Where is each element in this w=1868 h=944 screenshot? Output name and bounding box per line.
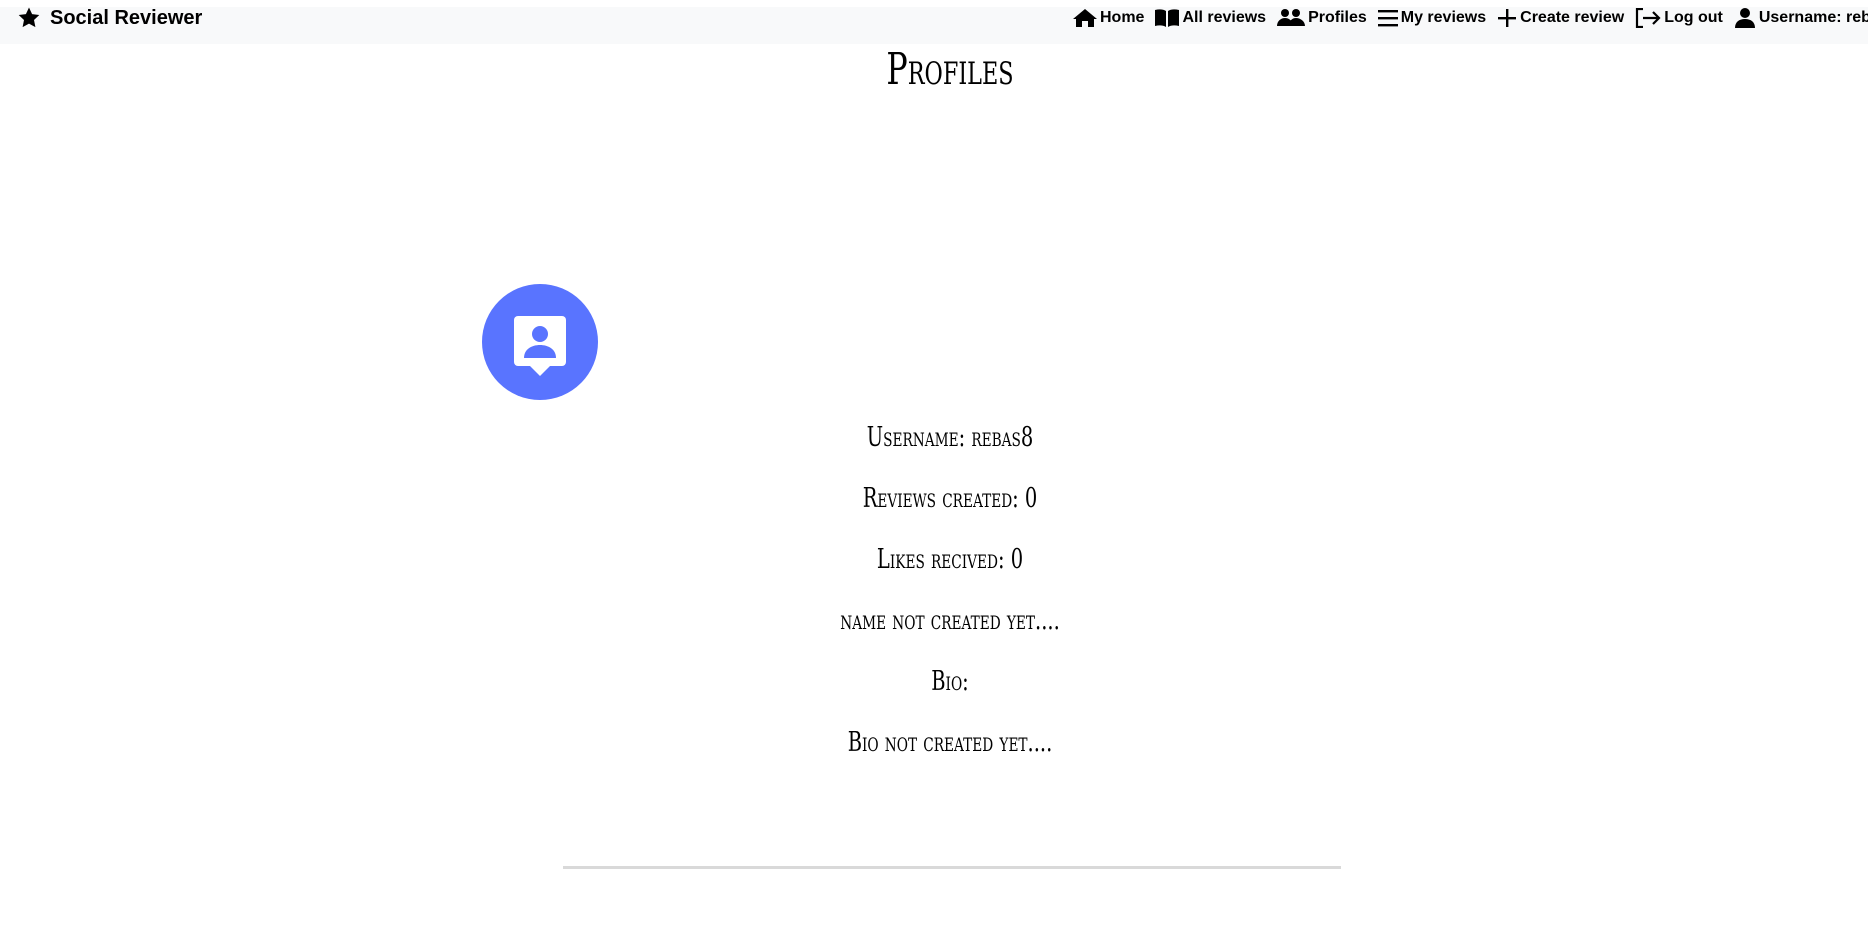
nav-log-out-label: Log out [1664, 9, 1723, 26]
nav-all-reviews-label: All reviews [1182, 9, 1267, 26]
avatar [482, 284, 598, 400]
profile-username: Username: rebas8 [866, 422, 1034, 453]
navbar: Social Reviewer Home All reviews Profile… [0, 7, 1868, 44]
user-icon [1733, 8, 1757, 28]
profile-bio-label: Bio: [931, 666, 969, 697]
page-title: Profiles [886, 44, 1014, 95]
star-icon [16, 6, 42, 30]
nav-create-review-label: Create review [1520, 9, 1625, 26]
nav-my-reviews-label: My reviews [1400, 9, 1487, 26]
plus-icon [1496, 8, 1518, 28]
logout-icon [1634, 8, 1662, 28]
nav-profiles-label: Profiles [1308, 9, 1367, 26]
profile-bio: Bio not created yet.... [847, 727, 1053, 758]
nav-create-review[interactable]: Create review [1496, 8, 1624, 28]
nav-home-label: Home [1100, 9, 1145, 26]
users-icon [1276, 8, 1306, 28]
profile-reviews-created: Reviews created: 0 [862, 483, 1038, 514]
nav-my-reviews[interactable]: My reviews [1377, 8, 1486, 28]
nav-log-out[interactable]: Log out [1634, 8, 1723, 28]
nav-username-label: Username: reba [1758, 9, 1868, 26]
profile-likes-received: Likes recived: 0 [876, 544, 1024, 575]
profile-details: Username: rebas8 Reviews created: 0 Like… [0, 412, 1868, 778]
nav-username[interactable]: Username: reba [1733, 8, 1868, 28]
contact-page-icon [514, 316, 566, 376]
nav-all-reviews[interactable]: All reviews [1154, 8, 1266, 28]
brand-name: Social Reviewer [50, 6, 203, 29]
nav-profiles[interactable]: Profiles [1276, 8, 1367, 28]
nav-links: Home All reviews Profiles My reviews Cre… [1072, 7, 1868, 29]
divider [563, 866, 1341, 869]
brand-link[interactable]: Social Reviewer [16, 7, 202, 29]
book-icon [1154, 8, 1180, 28]
list-icon [1377, 8, 1399, 28]
home-icon [1072, 8, 1098, 28]
profile-name: name not created yet.... [840, 605, 1060, 636]
nav-home[interactable]: Home [1072, 8, 1144, 28]
